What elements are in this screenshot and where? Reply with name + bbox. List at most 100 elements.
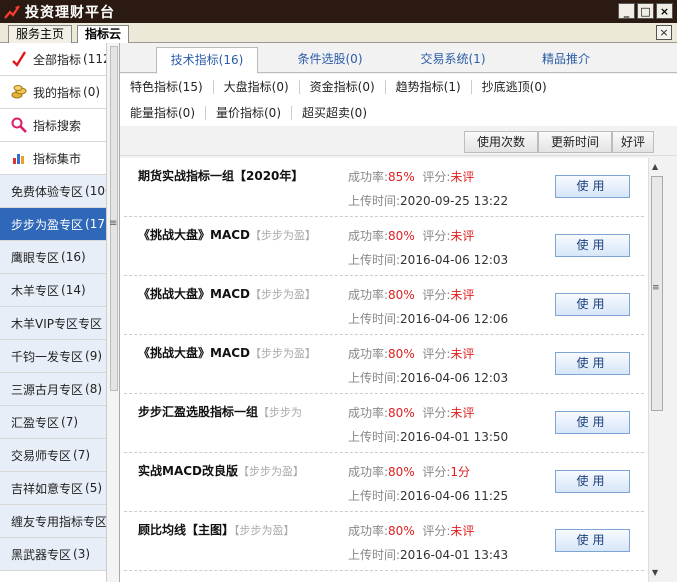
sidebar-scrollbar[interactable]: ≡ <box>106 43 119 582</box>
indicator-name[interactable]: 《挑战大盘》MACD【步步为盈】 <box>138 285 316 302</box>
subcategory-trend[interactable]: 趋势指标(1) <box>386 80 472 94</box>
success-rate-value: 80% <box>388 465 415 479</box>
indicator-title[interactable]: 实战MACD改良版 <box>138 464 238 478</box>
indicator-author-tag: 【步步为盈】 <box>250 347 316 360</box>
close-button[interactable]: × <box>656 3 673 19</box>
use-button[interactable]: 使用 <box>555 529 630 552</box>
list-scroll-thumb[interactable] <box>651 176 663 411</box>
sidebar-item-count: (7) <box>73 448 91 462</box>
upload-time-value: 2016-04-06 11:25 <box>400 489 509 503</box>
magnifier-icon <box>10 116 28 134</box>
tab-service-home[interactable]: 服务主页 <box>8 25 73 43</box>
upload-time-label: 上传时间: <box>348 194 401 208</box>
upload-time-label: 上传时间: <box>348 253 401 267</box>
indicator-title[interactable]: 《挑战大盘》MACD <box>138 228 250 242</box>
rating-label: 评分: <box>422 406 451 420</box>
use-button[interactable]: 使用 <box>555 234 630 257</box>
sidebar-item-sanyuanguyue[interactable]: 三源古月专区 (8) <box>0 373 106 406</box>
sidebar-item-bubuweiying[interactable]: 步步为盈专区 (17 <box>0 208 106 241</box>
sidebar-item-muyang-vip[interactable]: 木羊VIP专区专区 <box>0 307 106 340</box>
upload-time-label: 上传时间: <box>348 430 401 444</box>
app-logo-icon <box>3 3 21 21</box>
list-item: 实战MACD改良版【步步为盈】 成功率:80% 评分:1分 上传时间:2016-… <box>124 453 644 512</box>
sidebar-item-jiaoyishi[interactable]: 交易师专区 (7) <box>0 439 106 472</box>
indicator-title[interactable]: 步步汇盈选股指标一组 <box>138 405 258 419</box>
rating-value: 未评 <box>450 347 475 361</box>
sidebar-item-my-indicators[interactable]: 我的指标 (0) <box>0 76 106 109</box>
indicator-author-tag: 【步步为 <box>258 406 303 419</box>
subcategory-bottom-top[interactable]: 抄底逃顶(0) <box>472 80 557 94</box>
subcategory-market[interactable]: 大盘指标(0) <box>214 80 300 94</box>
tab-featured[interactable]: 精品推介 <box>516 47 616 74</box>
sidebar-item-all-indicators[interactable]: 全部指标 (112 <box>0 43 106 76</box>
success-rate-value: 80% <box>388 288 415 302</box>
use-button[interactable]: 使用 <box>555 352 630 375</box>
main-panel: 技术指标(16) 条件选股(0) 交易系统(1) 精品推介 特色指标(15) 大… <box>120 43 677 582</box>
maximize-button[interactable]: □ <box>637 3 654 19</box>
indicator-name[interactable]: 《挑战大盘》MACD【步步为盈】 <box>138 226 316 243</box>
sidebar-item-jixiangruyi[interactable]: 吉祥如意专区 (5) <box>0 472 106 505</box>
tab-condition-stock-picking[interactable]: 条件选股(0) <box>280 47 380 74</box>
indicator-title[interactable]: 《挑战大盘》MACD <box>138 346 250 360</box>
sidebar-item-label: 鹰眼专区 <box>11 250 60 265</box>
use-button[interactable]: 使用 <box>555 411 630 434</box>
sidebar-item-heiwuqi[interactable]: 黑武器专区 (3) <box>0 538 106 571</box>
sidebar-item-label: 我的指标 <box>33 85 82 100</box>
indicator-name[interactable]: 期货实战指标一组【2020年】 <box>138 167 303 184</box>
sidebar-item-yingyan[interactable]: 鹰眼专区 (16) <box>0 241 106 274</box>
sidebar-item-muyang[interactable]: 木羊专区 (14) <box>0 274 106 307</box>
red-check-icon <box>10 50 28 68</box>
sidebar-item-label: 三源古月专区 <box>11 382 84 397</box>
sidebar-item-free-trial[interactable]: 免费体验专区(100 <box>0 175 106 208</box>
subcategory-featured[interactable]: 特色指标(15) <box>120 80 214 94</box>
indicator-title[interactable]: 期货实战指标一组【2020年】 <box>138 169 303 183</box>
indicator-title[interactable]: 顾比均线【主图】 <box>138 523 234 537</box>
sort-by-rating-button[interactable]: 好评 <box>612 131 654 153</box>
close-tab-icon[interactable]: × <box>656 25 672 40</box>
tab-indicator-cloud[interactable]: 指标云 <box>77 25 130 43</box>
sort-by-usage-button[interactable]: 使用次数 <box>464 131 538 153</box>
scroll-up-arrow-icon[interactable]: ▲ <box>652 162 658 171</box>
subcategory-energy[interactable]: 能量指标(0) <box>120 106 206 120</box>
indicator-upload-time: 上传时间:2020-09-25 13:22 <box>348 192 508 209</box>
sidebar-item-indicator-market[interactable]: 指标集市 <box>0 142 106 175</box>
subcategory-overbought-oversold[interactable]: 超买超卖(0) <box>292 106 377 120</box>
use-button[interactable]: 使用 <box>555 175 630 198</box>
tab-trading-system[interactable]: 交易系统(1) <box>403 47 503 74</box>
subcategory-volume-price[interactable]: 量价指标(0) <box>206 106 292 120</box>
indicator-stats: 成功率:80% 评分:未评 <box>348 404 474 421</box>
top-tab-bar: 服务主页 指标云 × <box>0 23 677 43</box>
sidebar-item-label: 黑武器专区 <box>11 547 72 562</box>
sidebar-item-count: (16) <box>61 250 86 264</box>
use-button[interactable]: 使用 <box>555 470 630 493</box>
category-tabs: 技术指标(16) 条件选股(0) 交易系统(1) 精品推介 <box>120 43 677 74</box>
indicator-name[interactable]: 步步汇盈选股指标一组【步步为 <box>138 403 302 420</box>
success-rate-value: 80% <box>388 406 415 420</box>
use-button[interactable]: 使用 <box>555 293 630 316</box>
sidebar-item-chanyou[interactable]: 缠友专用指标专区 <box>0 505 106 538</box>
scroll-down-arrow-icon[interactable]: ▼ <box>652 568 658 577</box>
subcategory-capital[interactable]: 资金指标(0) <box>300 80 386 94</box>
indicator-author-tag: 【步步为盈】 <box>250 229 316 242</box>
sidebar-item-count: (17 <box>85 217 105 231</box>
splitter-grip-icon[interactable]: ≡ <box>109 218 117 229</box>
upload-time-value: 2016-04-06 12:06 <box>400 312 509 326</box>
indicator-name[interactable]: 顾比均线【主图】【步步为盈】 <box>138 521 295 538</box>
minimize-button[interactable]: _ <box>618 3 635 19</box>
indicator-name[interactable]: 《挑战大盘》MACD【步步为盈】 <box>138 344 316 361</box>
sidebar-item-label: 指标搜索 <box>33 118 82 133</box>
tab-technical-indicators[interactable]: 技术指标(16) <box>156 47 258 74</box>
indicator-upload-time: 上传时间:2016-04-06 12:03 <box>348 369 508 386</box>
sidebar-item-label: 汇盈专区 <box>11 415 60 430</box>
sidebar-item-indicator-search[interactable]: 指标搜索 <box>0 109 106 142</box>
success-rate-label: 成功率: <box>348 288 389 302</box>
sidebar-item-qianjunyifa[interactable]: 千钧一发专区 (9) <box>0 340 106 373</box>
indicator-name[interactable]: 实战MACD改良版【步步为盈】 <box>138 462 304 479</box>
list-scrollbar[interactable]: ▲ ≡ ▼ <box>648 158 664 582</box>
success-rate-label: 成功率: <box>348 406 389 420</box>
indicator-title[interactable]: 《挑战大盘》MACD <box>138 287 250 301</box>
indicator-stats: 成功率:80% 评分:未评 <box>348 227 474 244</box>
sort-by-update-time-button[interactable]: 更新时间 <box>538 131 612 153</box>
sidebar-item-huiying[interactable]: 汇盈专区 (7) <box>0 406 106 439</box>
sidebar: 全部指标 (112 我的指标 (0) 指标搜索 <box>0 43 120 582</box>
